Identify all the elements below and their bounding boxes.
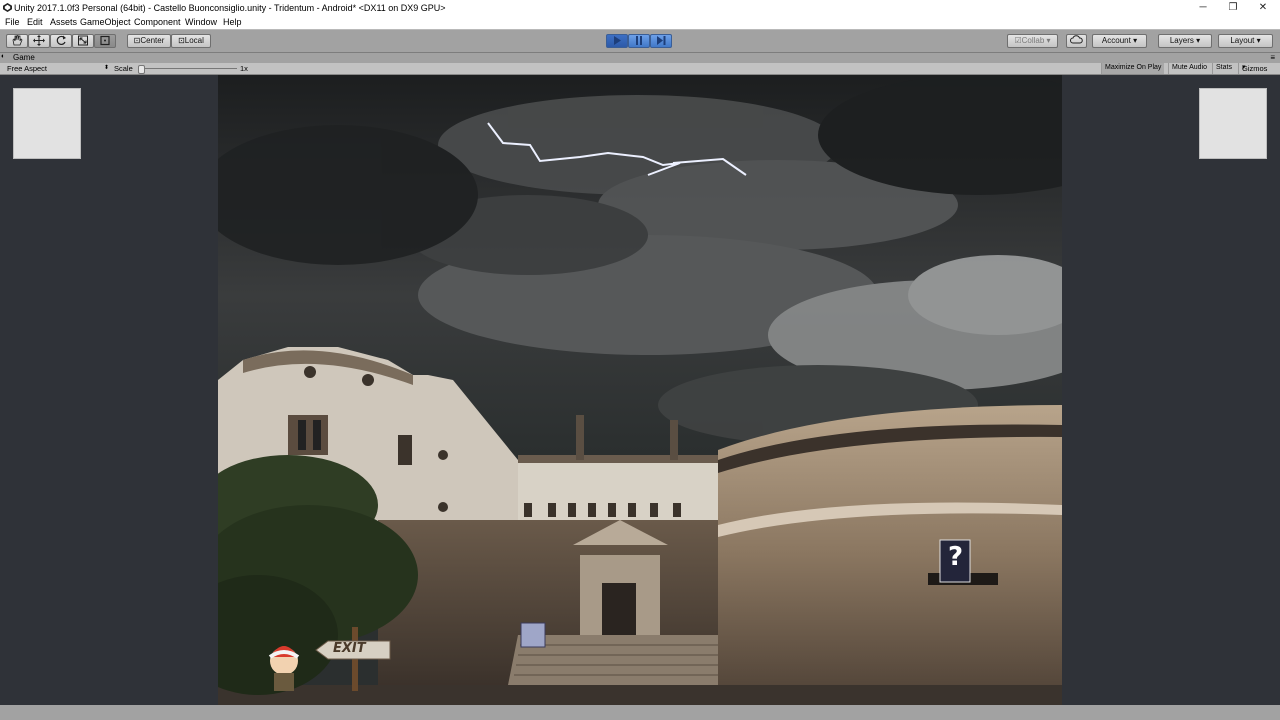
rect-icon: [100, 35, 110, 46]
layers-dropdown[interactable]: Layers ▾: [1158, 34, 1212, 48]
game-view[interactable]: EXIT ?: [0, 75, 1280, 705]
game-scene-castle[interactable]: EXIT ?: [218, 75, 1062, 705]
pause-button[interactable]: [628, 34, 650, 48]
account-dropdown[interactable]: Account ▾: [1092, 34, 1147, 48]
stats-button[interactable]: Stats: [1212, 63, 1235, 74]
player-character: [268, 646, 300, 691]
chevron-down-icon: ▾: [1133, 36, 1138, 45]
window-title: Unity 2017.1.0f3 Personal (64bit) - Cast…: [14, 3, 446, 13]
unity-logo-icon: [3, 3, 12, 12]
tab-game-label: Game: [13, 53, 35, 62]
right-ui-panel[interactable]: [1199, 88, 1267, 159]
step-button[interactable]: [650, 34, 672, 48]
close-button[interactable]: ✕: [1248, 0, 1278, 16]
hand-icon: [12, 35, 23, 46]
step-icon: [657, 36, 666, 45]
status-bar: [0, 705, 1280, 720]
scale-slider[interactable]: [138, 65, 237, 74]
move-icon: [33, 35, 45, 46]
move-tool-button[interactable]: [28, 34, 50, 48]
collab-dropdown[interactable]: ☑Collab ▾: [1007, 34, 1058, 48]
game-view-icon: ◐: [1, 53, 6, 60]
play-button[interactable]: [606, 34, 628, 48]
restore-button[interactable]: ❐: [1218, 0, 1248, 16]
pause-icon: [636, 36, 642, 45]
mute-audio-button[interactable]: Mute Audio: [1168, 63, 1210, 74]
gizmos-dropdown[interactable]: Gizmos ▾: [1238, 63, 1267, 74]
scale-icon: [78, 35, 88, 46]
hand-tool-button[interactable]: [6, 34, 28, 48]
rect-tool-button[interactable]: [94, 34, 116, 48]
account-label: Account: [1101, 36, 1131, 45]
menu-assets[interactable]: Assets: [50, 17, 77, 27]
scale-tool-button[interactable]: [72, 34, 94, 48]
gizmos-label: Gizmos: [1242, 64, 1268, 73]
scale-label: Scale: [114, 64, 133, 73]
pivot-center-button[interactable]: ⊡Center: [127, 34, 171, 48]
menu-gameobject[interactable]: GameObject: [80, 17, 131, 27]
space-local-button[interactable]: ⊡Local: [171, 34, 211, 48]
rotate-icon: [56, 35, 66, 46]
chevron-down-icon: ▾: [1046, 36, 1051, 45]
rotate-tool-button[interactable]: [50, 34, 72, 48]
maximize-on-play-button[interactable]: Maximize On Play: [1101, 63, 1165, 74]
aspect-dropdown[interactable]: Free Aspect: [7, 64, 47, 73]
question-book-label[interactable]: ?: [948, 542, 963, 572]
menu-help[interactable]: Help: [223, 17, 242, 27]
cloud-icon: [1070, 35, 1083, 44]
aspect-dropdown-arrow-icon[interactable]: ⬍: [104, 64, 109, 71]
castle-scene-illustration: [218, 75, 1062, 705]
menu-bar: File Edit Assets GameObject Component Wi…: [0, 16, 1280, 29]
minimize-button[interactable]: ─: [1188, 0, 1218, 16]
exit-sign-label[interactable]: EXIT: [333, 641, 366, 656]
tab-menu-icon[interactable]: ≡: [1270, 53, 1275, 62]
left-ui-panel[interactable]: [13, 88, 81, 159]
chevron-down-icon: ▾: [1196, 36, 1201, 45]
game-tab-bar: ◐ Game ≡: [0, 53, 1280, 63]
cloud-button[interactable]: [1066, 34, 1087, 48]
collab-label: Collab: [1021, 36, 1045, 45]
main-toolbar: ⊡Center ⊡Local ☑Collab ▾ Account ▾ Layer…: [0, 29, 1280, 53]
space-label: Local: [184, 36, 204, 45]
layers-label: Layers: [1169, 36, 1194, 45]
space-icon: ⊡: [178, 36, 185, 45]
collab-check-icon: ☑: [1014, 36, 1022, 45]
menu-window[interactable]: Window: [185, 17, 217, 27]
menu-edit[interactable]: Edit: [27, 17, 43, 27]
scale-slider-thumb[interactable]: [138, 65, 145, 74]
layout-label: Layout: [1230, 36, 1255, 45]
play-icon: [614, 36, 621, 45]
menu-component[interactable]: Component: [134, 17, 181, 27]
scale-value: 1x: [240, 64, 248, 73]
menu-file[interactable]: File: [5, 17, 20, 27]
pivot-label: Center: [140, 36, 165, 45]
layout-dropdown[interactable]: Layout ▾: [1218, 34, 1273, 48]
title-bar: Unity 2017.1.0f3 Personal (64bit) - Cast…: [0, 0, 1280, 16]
chevron-down-icon: ▾: [1256, 36, 1261, 45]
game-view-toolbar: Free Aspect ⬍ Scale 1x Maximize On Play …: [0, 63, 1280, 75]
tab-game[interactable]: ◐ Game: [1, 53, 35, 63]
